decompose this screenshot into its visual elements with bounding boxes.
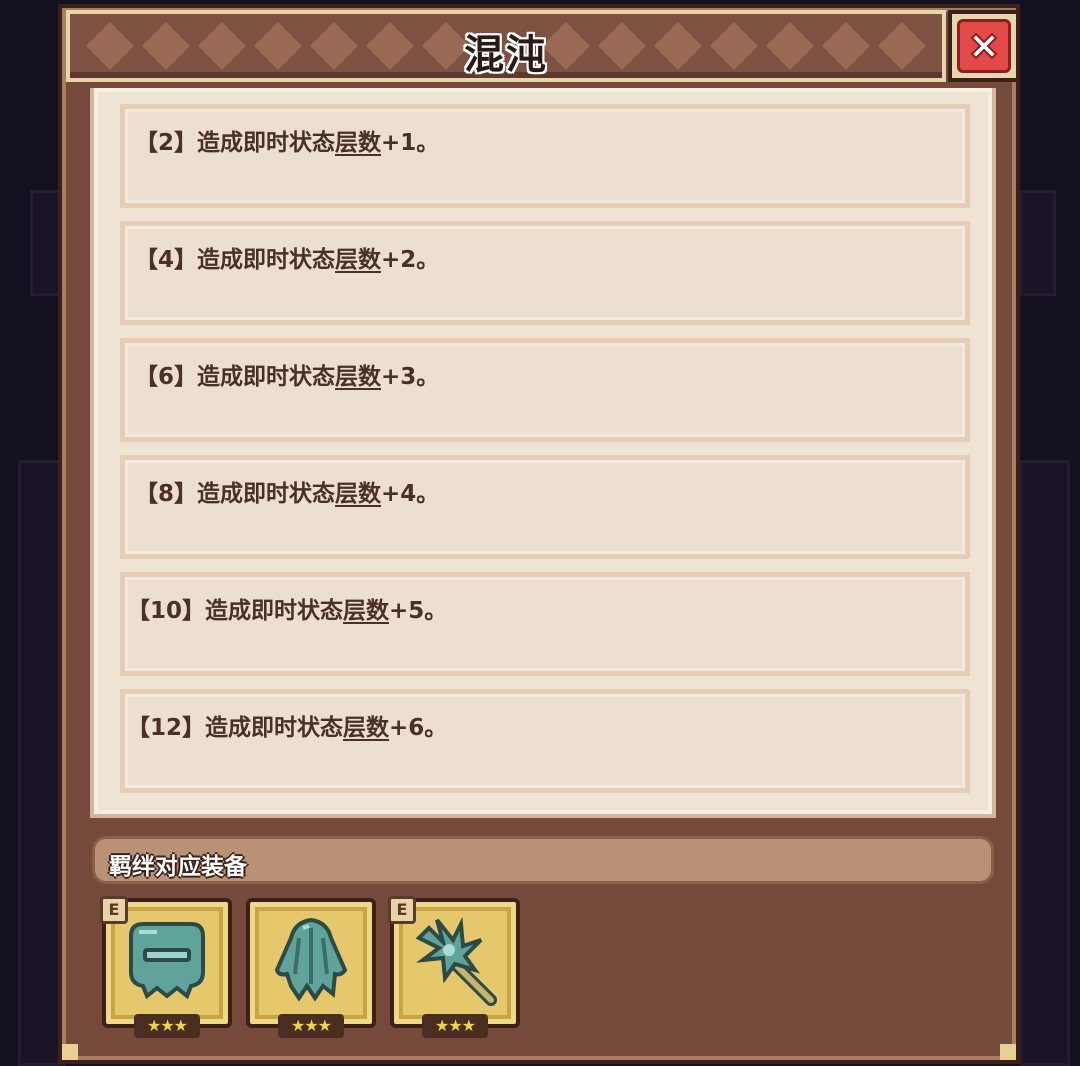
dialog-titlebar: 混沌 <box>66 10 946 82</box>
frame-corner-bottom-left <box>62 1044 78 1060</box>
stacks-term-link[interactable]: 层数 <box>343 715 389 741</box>
bond-level-entry: 【12】造成即时状态层数+6。 <box>120 689 970 793</box>
staff-icon <box>415 916 497 1006</box>
equip-type-badge: E <box>388 896 416 924</box>
bond-level-entry: 【2】造成即时状态层数+1。 <box>120 104 970 208</box>
star-rating: ★★★ <box>134 1014 200 1038</box>
frame-corner-bottom-right <box>1000 1044 1016 1060</box>
close-button-face <box>957 19 1011 73</box>
equipment-section-header: 羁绊对应装备 <box>92 836 994 884</box>
bond-level-text: 【6】造成即时状态层数+3。 <box>135 364 440 390</box>
star-rating: ★★★ <box>278 1014 344 1038</box>
bond-level-text: 【12】造成即时状态层数+6。 <box>127 715 448 741</box>
dialog-title: 混沌 <box>464 32 548 78</box>
bond-level-text: 【2】造成即时状态层数+1。 <box>135 130 440 156</box>
bond-dialog: 混沌 【2】造成即时状态层数+1。 【4】造成即时状态层数+2。 【6】造成即时… <box>58 4 1020 1064</box>
bond-level-entry: 【10】造成即时状态层数+5。 <box>120 572 970 676</box>
background-panel-right-lower <box>1020 460 1070 1066</box>
equipment-slot-staff[interactable]: E ★★★ <box>388 896 520 1038</box>
stacks-term-link[interactable]: 层数 <box>335 130 381 156</box>
equipment-section-title: 羁绊对应装备 <box>109 854 247 880</box>
bond-effects-list[interactable]: 【2】造成即时状态层数+1。 【4】造成即时状态层数+2。 【6】造成即时状态层… <box>90 88 996 818</box>
cloak-icon <box>274 917 348 1002</box>
stacks-term-link[interactable]: 层数 <box>335 364 381 390</box>
bond-level-entry: 【4】造成即时状态层数+2。 <box>120 221 970 325</box>
equipment-slot-cloak[interactable]: ★★★ <box>246 898 376 1038</box>
stacks-term-link[interactable]: 层数 <box>335 247 381 273</box>
bond-level-entry: 【8】造成即时状态层数+4。 <box>120 455 970 559</box>
equipment-slot-mask[interactable]: E ★★★ <box>100 896 232 1038</box>
stacks-term-link[interactable]: 层数 <box>343 598 389 624</box>
bond-level-text: 【10】造成即时状态层数+5。 <box>127 598 448 624</box>
close-button[interactable] <box>948 10 1020 82</box>
close-x-icon <box>970 32 998 60</box>
mask-icon <box>129 922 205 1000</box>
bond-level-entry: 【6】造成即时状态层数+3。 <box>120 338 970 442</box>
star-rating: ★★★ <box>422 1014 488 1038</box>
bond-level-text: 【4】造成即时状态层数+2。 <box>135 247 440 273</box>
bond-level-text: 【8】造成即时状态层数+4。 <box>135 481 440 507</box>
stacks-term-link[interactable]: 层数 <box>335 481 381 507</box>
background-panel-right <box>1020 190 1056 296</box>
equip-type-badge: E <box>100 896 128 924</box>
